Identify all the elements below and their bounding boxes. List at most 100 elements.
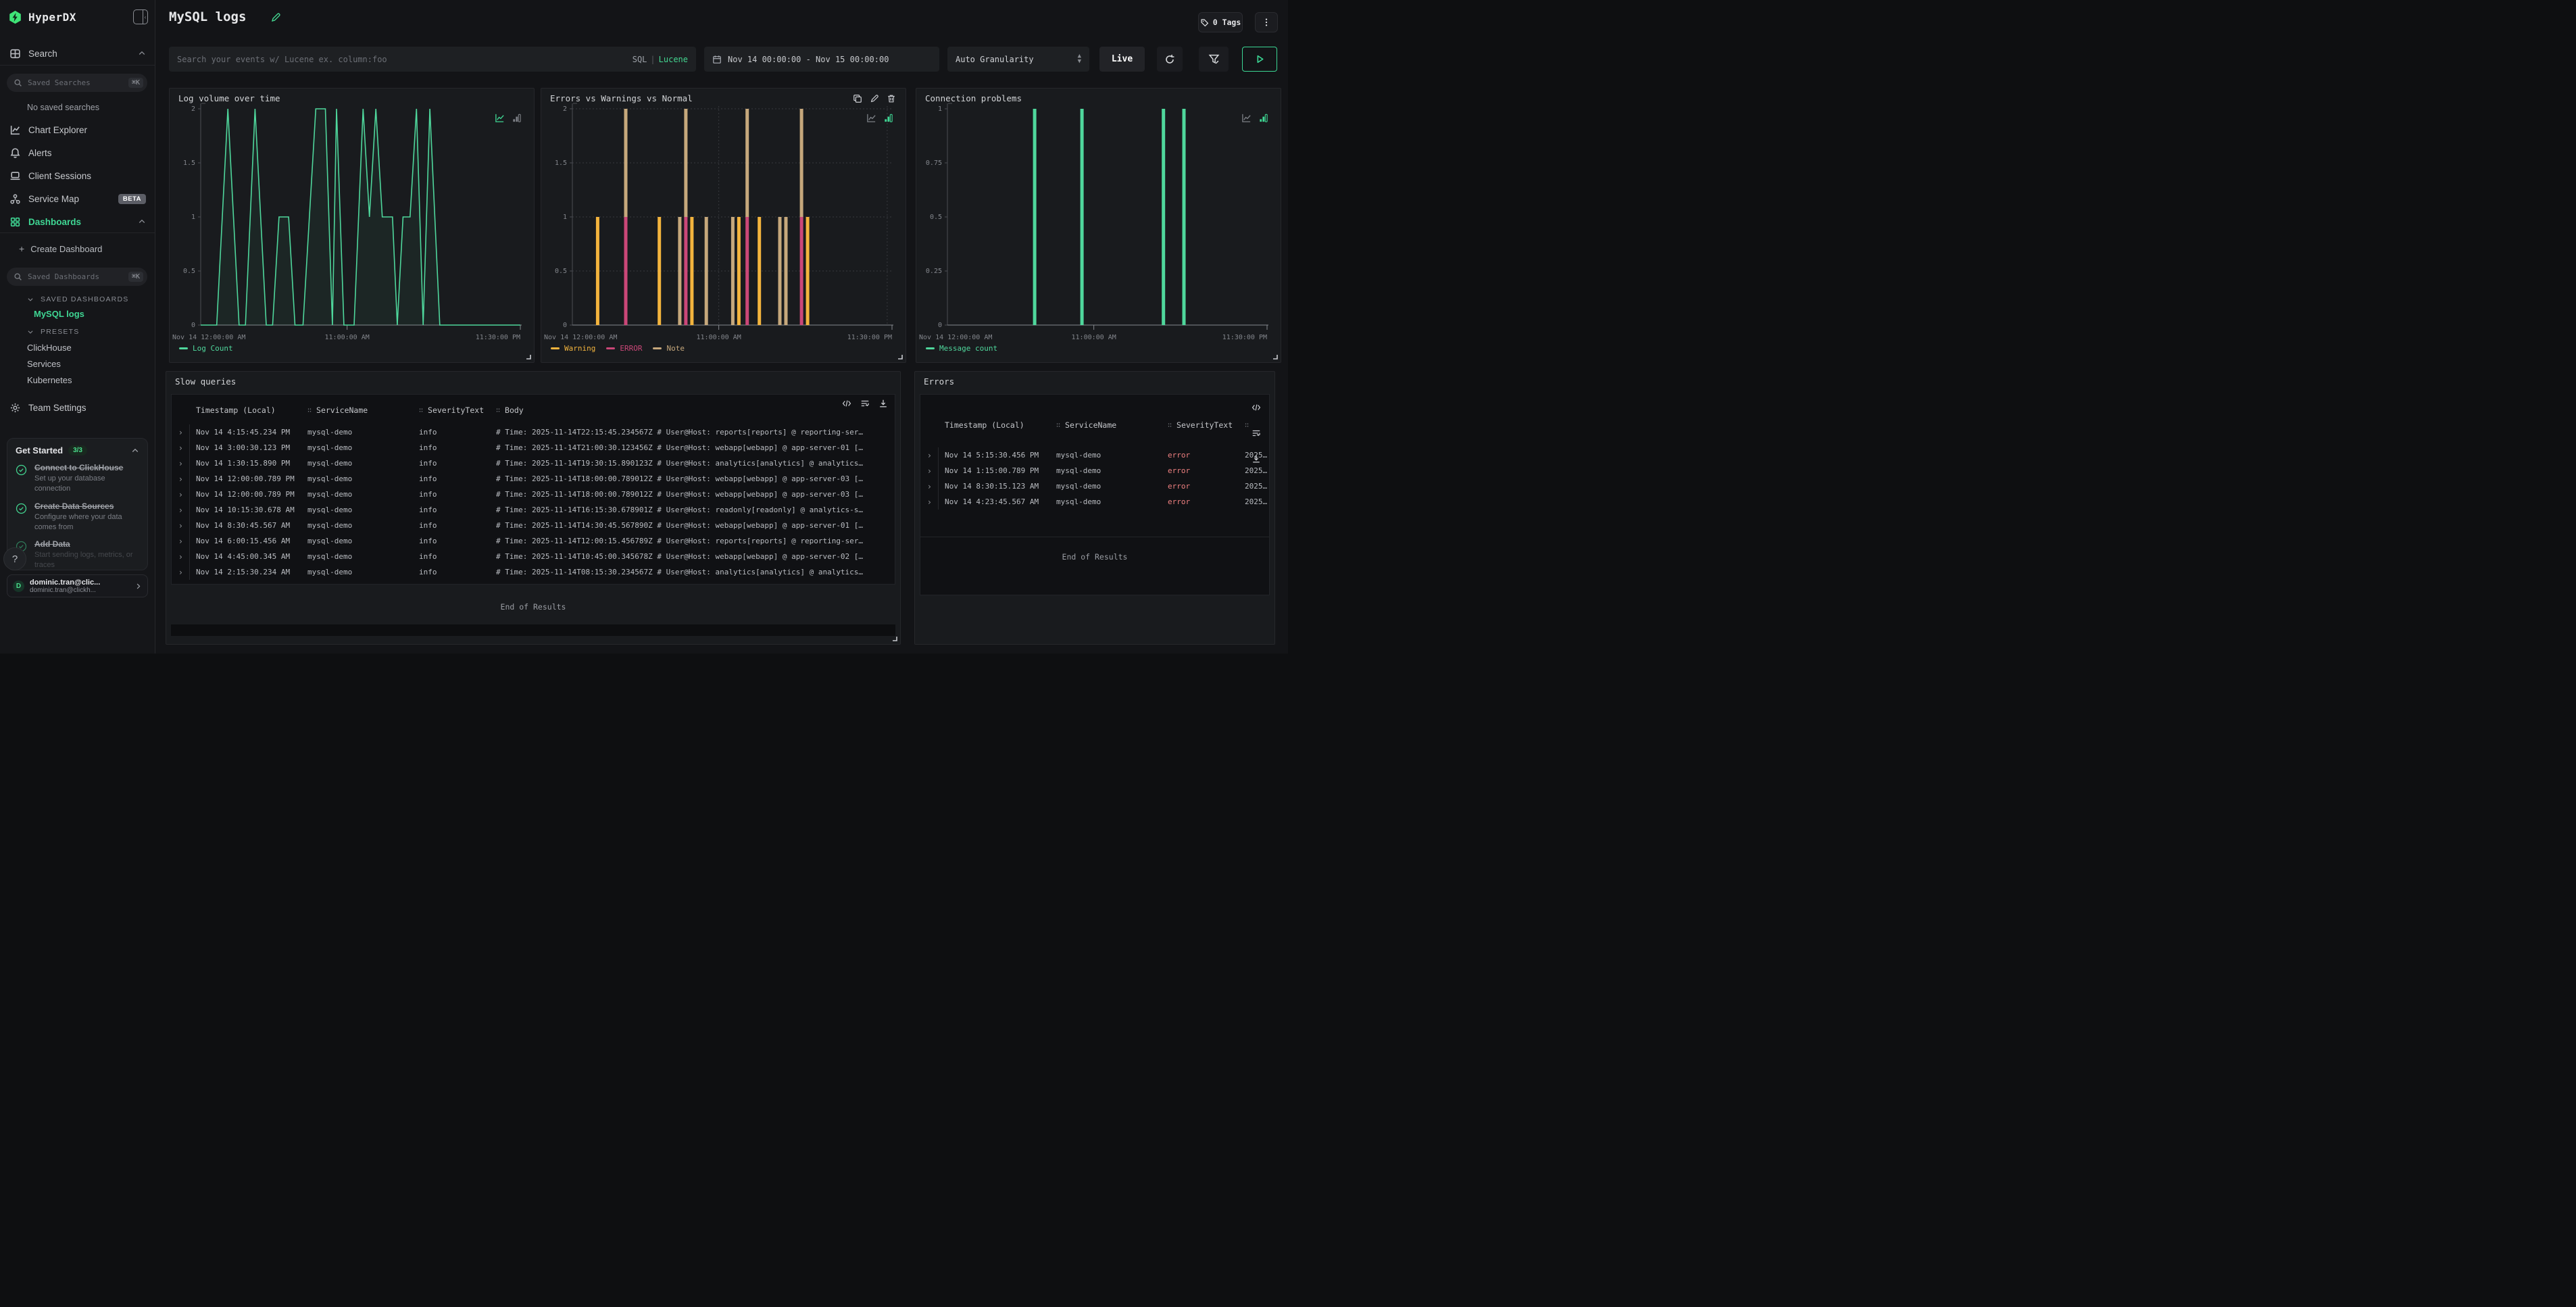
expand-row-chevron[interactable]: › [172,533,190,549]
wrap-lines-icon[interactable] [1252,428,1261,438]
chevron-up-icon[interactable] [131,447,139,455]
drag-handle-icon[interactable]: ∷ [496,407,500,414]
table-row[interactable]: ›Nov 14 2:15:30.234 AMmysql-demoinfo# Ti… [172,564,895,580]
user-menu[interactable]: D dominic.tran@clic... dominic.tran@clic… [7,574,148,597]
drag-handle-icon[interactable]: ∷ [419,407,423,414]
refresh-button[interactable] [1157,47,1183,72]
drag-handle-icon[interactable]: ∷ [1168,422,1172,429]
get-started-step-sources[interactable]: Create Data Sources Configure where your… [16,501,139,533]
wrap-lines-icon[interactable] [860,399,870,408]
edit-title-pencil-icon[interactable] [270,12,281,23]
expand-row-chevron[interactable]: › [172,424,190,440]
chart-plot[interactable]: 00.250.50.751Nov 14 12:00:00 AM11:00:00 … [916,89,1282,340]
expand-row-chevron[interactable]: › [172,564,190,580]
help-button[interactable]: ? [3,547,26,570]
download-icon[interactable] [1252,454,1261,464]
expand-row-chevron[interactable]: › [172,487,190,502]
saved-dashboards-field[interactable] [28,272,128,281]
column-header[interactable]: ∷SeverityText [1168,420,1245,430]
sidebar-item-dashboards[interactable]: Dashboards [0,213,155,230]
expand-row-chevron[interactable]: › [172,440,190,455]
legend-item[interactable]: ERROR [606,344,642,353]
table-row[interactable]: ›Nov 14 8:30:15.123 AMmysql-demoerror202… [920,478,1269,494]
resize-handle-icon[interactable] [897,354,903,360]
tags-button[interactable]: 0 Tags [1198,12,1243,32]
sidebar-item-alerts[interactable]: Alerts [0,144,155,162]
filter-edit-button[interactable] [1199,47,1229,72]
drag-handle-icon[interactable]: ∷ [307,407,312,414]
run-query-button[interactable] [1242,47,1277,72]
table-row[interactable]: ›Nov 14 8:30:45.567 AMmysql-demoinfo# Ti… [172,518,895,533]
create-dashboard-button[interactable]: + Create Dashboard [19,243,102,254]
saved-searches-input[interactable]: ⌘K [7,74,147,92]
chart-plot[interactable]: 00.511.52Nov 14 12:00:00 AM11:00:00 AM11… [170,89,535,340]
sidebar-item-client-sessions[interactable]: Client Sessions [0,167,155,184]
sidebar-item-team-settings[interactable]: Team Settings [0,399,155,416]
query-language-toggle[interactable]: SQL|Lucene [633,55,688,64]
code-view-icon[interactable] [1252,403,1261,412]
sidebar-item-clickhouse[interactable]: ClickHouse [27,343,72,353]
sidebar-item-kubernetes[interactable]: Kubernetes [27,375,72,385]
expand-row-chevron[interactable]: › [172,502,190,518]
chevron-up-icon[interactable] [138,218,146,226]
table-row[interactable]: ›Nov 14 12:00:00.789 PMmysql-demoinfo# T… [172,471,895,487]
expand-row-chevron[interactable]: › [920,494,939,510]
column-header[interactable]: ∷ServiceName [307,405,419,415]
column-header[interactable]: ∷ServiceName [1056,420,1168,430]
sidebar-item-search[interactable]: Search [0,45,155,62]
drag-handle-icon[interactable]: ∷ [1056,422,1060,429]
chevron-up-icon[interactable] [138,49,146,57]
drag-handle-icon[interactable]: ∷ [1245,422,1249,429]
table-row[interactable]: ›Nov 14 3:00:30.123 PMmysql-demoinfo# Ti… [172,440,895,455]
more-options-button[interactable] [1255,12,1278,32]
column-header[interactable]: ∷Body [496,405,895,415]
column-header[interactable]: Timestamp (Local) [945,420,1056,430]
sidebar-item-services[interactable]: Services [27,359,61,369]
granularity-select[interactable]: Auto Granularity ▲▼ [947,47,1089,72]
expand-row-chevron[interactable]: › [920,478,939,494]
table-row[interactable]: ›Nov 14 6:00:15.456 AMmysql-demoinfo# Ti… [172,533,895,549]
event-search-bar[interactable]: SQL|Lucene [169,47,696,72]
legend-item[interactable]: Note [653,344,685,353]
saved-dashboards-section-header[interactable]: SAVED DASHBOARDS [27,295,128,303]
legend-item[interactable]: Warning [551,344,595,353]
saved-searches-field[interactable] [28,78,128,87]
presets-section-header[interactable]: PRESETS [27,328,79,336]
expand-row-chevron[interactable]: › [172,455,190,471]
resize-handle-icon[interactable] [892,636,897,641]
saved-dashboards-input[interactable]: ⌘K [7,268,147,286]
resize-handle-icon[interactable] [1272,354,1278,360]
get-started-header[interactable]: Get Started 3/3 [16,445,139,455]
sidebar-item-service-map[interactable]: Service Map BETA [0,190,155,207]
get-started-step-connect[interactable]: Connect to ClickHouse Set up your databa… [16,463,139,494]
table-row[interactable]: ›Nov 14 1:15:00.789 PMmysql-demoerror202… [920,463,1269,478]
get-started-step-add-data[interactable]: Add Data Start sending logs, metrics, or… [16,539,139,570]
legend-item[interactable]: Message count [926,344,997,353]
expand-row-chevron[interactable]: › [920,447,939,463]
expand-row-chevron[interactable]: › [172,471,190,487]
code-view-icon[interactable] [842,399,851,408]
table-row[interactable]: ›Nov 14 10:15:30.678 AMmysql-demoinfo# T… [172,502,895,518]
table-row[interactable]: ›Nov 14 1:30:15.890 PMmysql-demoinfo# Ti… [172,455,895,471]
column-header[interactable]: ∷SeverityText [419,405,496,415]
table-row[interactable]: ›Nov 14 12:00:00.789 PMmysql-demoinfo# T… [172,487,895,502]
legend-item[interactable]: Log Count [179,344,233,353]
expand-row-chevron[interactable]: › [172,518,190,533]
download-icon[interactable] [878,399,888,408]
event-search-input[interactable] [177,55,633,64]
sidebar-collapse-button[interactable]: ‹ [133,9,148,24]
table-row[interactable]: ›Nov 14 5:15:30.456 PMmysql-demoerror202… [920,447,1269,463]
horizontal-scrollbar[interactable] [171,624,895,636]
resize-handle-icon[interactable] [526,354,531,360]
table-row[interactable]: ›Nov 14 4:23:45.567 AMmysql-demoerror202… [920,494,1269,510]
chart-plot[interactable]: 00.511.52Nov 14 12:00:00 AM11:00:00 AM11… [541,89,907,340]
table-row[interactable]: ›Nov 14 4:15:45.234 PMmysql-demoinfo# Ti… [172,424,895,440]
column-header[interactable]: Timestamp (Local) [196,405,307,415]
expand-row-chevron[interactable]: › [172,549,190,564]
live-button[interactable]: Live [1099,47,1145,72]
date-range-picker[interactable]: Nov 14 00:00:00 - Nov 15 00:00:00 [704,47,939,72]
table-row[interactable]: ›Nov 14 4:45:00.345 AMmysql-demoinfo# Ti… [172,549,895,564]
expand-row-chevron[interactable]: › [920,463,939,478]
sidebar-item-mysql-logs[interactable]: MySQL logs [34,309,84,319]
sidebar-item-chart-explorer[interactable]: Chart Explorer [0,121,155,139]
